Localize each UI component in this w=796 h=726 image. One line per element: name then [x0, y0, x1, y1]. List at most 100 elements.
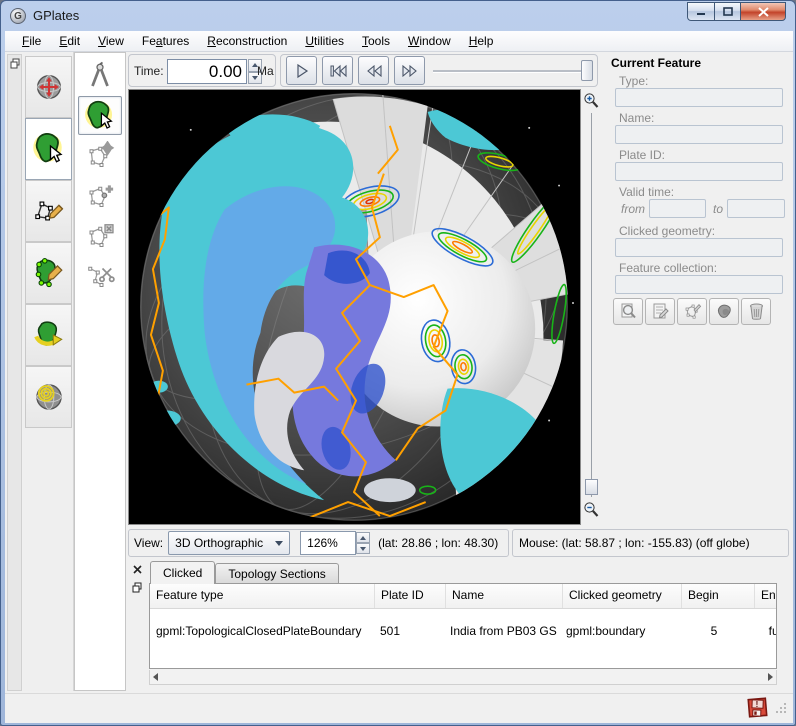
- menu-reconstruction[interactable]: Reconstruction: [198, 32, 296, 50]
- build-topology-tool[interactable]: [25, 242, 72, 304]
- plate-id-field[interactable]: [615, 162, 783, 181]
- palette-dock-handle[interactable]: [7, 54, 22, 691]
- delete-feature-button[interactable]: [741, 298, 771, 325]
- digitise-tool[interactable]: [25, 180, 72, 242]
- column-header[interactable]: Name: [446, 584, 563, 608]
- menu-help[interactable]: Help: [460, 32, 503, 50]
- edit-geometry-icon: [685, 304, 701, 319]
- query-feature-button[interactable]: [613, 298, 643, 325]
- maximize-icon: [722, 7, 733, 16]
- column-header[interactable]: Begin: [682, 584, 755, 608]
- clicked-feature-table: Feature type Plate ID Name Clicked geometry…: [149, 583, 777, 669]
- name-label: Name:: [619, 111, 655, 125]
- menu-file[interactable]: File: [13, 32, 50, 50]
- dock-close-button[interactable]: [131, 563, 144, 576]
- spin-down-icon: [356, 543, 371, 554]
- clone-geometry-button[interactable]: [709, 298, 739, 325]
- step-back-button[interactable]: [358, 56, 389, 85]
- menu-edit[interactable]: Edit: [50, 32, 89, 50]
- view-label: View:: [134, 536, 164, 550]
- move-vertex-icon: [89, 140, 115, 167]
- zoom-percent-value: 126%: [307, 536, 338, 550]
- column-header[interactable]: Feature type: [150, 584, 375, 608]
- zoom-percent-input[interactable]: 126%: [300, 531, 357, 555]
- table-cell: 5: [710, 624, 718, 638]
- measure-distance-icon: [91, 61, 109, 86]
- play-button[interactable]: [286, 56, 317, 85]
- step-forward-button[interactable]: [394, 56, 425, 85]
- valid-time-label: Valid time:: [619, 185, 675, 199]
- menu-tools[interactable]: Tools: [353, 32, 399, 50]
- choose-feature-tool[interactable]: [25, 118, 72, 180]
- menu-view[interactable]: View: [89, 32, 133, 50]
- table-header: Feature type Plate ID Name Clicked geometry…: [150, 584, 776, 609]
- click-geometry-tool[interactable]: [78, 96, 122, 135]
- zoom-spinner[interactable]: [356, 532, 371, 554]
- statusbar: !: [5, 693, 793, 723]
- step-forward-icon: [401, 64, 417, 77]
- tab-topology-sections[interactable]: Topology Sections: [215, 563, 339, 584]
- delete-vertex-icon: [89, 223, 114, 247]
- camera-coordinates: (lat: 28.86 ; lon: 48.30): [378, 536, 499, 550]
- minimize-button[interactable]: [687, 2, 715, 21]
- table-cell: gpml:boundary: [566, 624, 646, 638]
- move-pole-tool[interactable]: [25, 304, 72, 366]
- maximize-button[interactable]: [714, 2, 741, 21]
- step-back-icon: [366, 64, 382, 77]
- split-feature-tool[interactable]: [78, 256, 122, 295]
- globe-canvas[interactable]: [128, 89, 581, 525]
- small-circle-tool[interactable]: [25, 366, 72, 428]
- time-slider-handle[interactable]: [581, 60, 593, 81]
- scroll-right-icon: [768, 673, 773, 681]
- type-label: Type:: [619, 74, 649, 88]
- seek-start-button[interactable]: [322, 56, 353, 85]
- table-row[interactable]: gpml:TopologicalClosedPlateBoundary 501 In…: [150, 617, 776, 645]
- zoom-slider-track[interactable]: [591, 113, 592, 497]
- menu-utilities[interactable]: Utilities: [296, 32, 353, 50]
- resize-grip[interactable]: [775, 702, 787, 717]
- time-slider-track[interactable]: [433, 70, 585, 73]
- drag-globe-icon: [36, 74, 61, 100]
- projection-value: 3D Orthographic: [175, 536, 264, 550]
- zoom-in-button[interactable]: [583, 92, 599, 112]
- table-horizontal-scrollbar[interactable]: [149, 670, 777, 685]
- measure-distance-tool[interactable]: [78, 56, 122, 95]
- tab-clicked[interactable]: Clicked: [150, 561, 216, 584]
- feature-collection-field[interactable]: [615, 275, 783, 294]
- unsaved-changes-floppy-icon: !: [747, 697, 768, 718]
- zoom-slider-handle[interactable]: [585, 479, 598, 495]
- mouse-bar: Mouse: (lat: 58.87 ; lon: -155.83) (off …: [512, 529, 789, 557]
- from-field[interactable]: [649, 199, 706, 218]
- table-cell: future: [768, 624, 776, 638]
- titlebar[interactable]: G GPlates: [1, 1, 795, 31]
- small-circle-icon: [35, 384, 62, 410]
- view-bar: View: 3D Orthographic 126% (lat: 28.86 ;…: [128, 529, 509, 557]
- clicked-geometry-field[interactable]: [615, 238, 783, 257]
- projection-dropdown[interactable]: 3D Orthographic: [168, 531, 291, 555]
- delete-vertex-tool[interactable]: [78, 216, 122, 255]
- name-field[interactable]: [615, 125, 783, 144]
- float-dock-icon: [132, 582, 142, 593]
- column-header[interactable]: End: [755, 584, 776, 608]
- insert-vertex-tool[interactable]: [78, 176, 122, 215]
- close-button[interactable]: [740, 2, 786, 21]
- edit-feature-button[interactable]: [645, 298, 675, 325]
- column-header[interactable]: Clicked geometry: [563, 584, 682, 608]
- chevron-down-icon: [275, 540, 284, 546]
- time-input[interactable]: 0.00: [167, 59, 247, 84]
- to-field[interactable]: [727, 199, 785, 218]
- edit-geometry-button[interactable]: [677, 298, 707, 325]
- plate-id-label: Plate ID:: [619, 148, 666, 162]
- edit-feature-icon: [653, 303, 669, 319]
- type-field[interactable]: [615, 88, 783, 107]
- globe-render: [129, 90, 580, 524]
- menu-features[interactable]: Features: [133, 32, 198, 50]
- click-geometry-icon: [85, 100, 113, 129]
- zoom-out-button[interactable]: [583, 501, 599, 521]
- menu-window[interactable]: Window: [399, 32, 460, 50]
- column-header[interactable]: Plate ID: [375, 584, 446, 608]
- move-vertex-tool[interactable]: [78, 136, 122, 175]
- drag-globe-tool[interactable]: [25, 56, 72, 118]
- dock-float-button[interactable]: [131, 581, 144, 594]
- unsaved-changes-indicator[interactable]: !: [746, 696, 769, 722]
